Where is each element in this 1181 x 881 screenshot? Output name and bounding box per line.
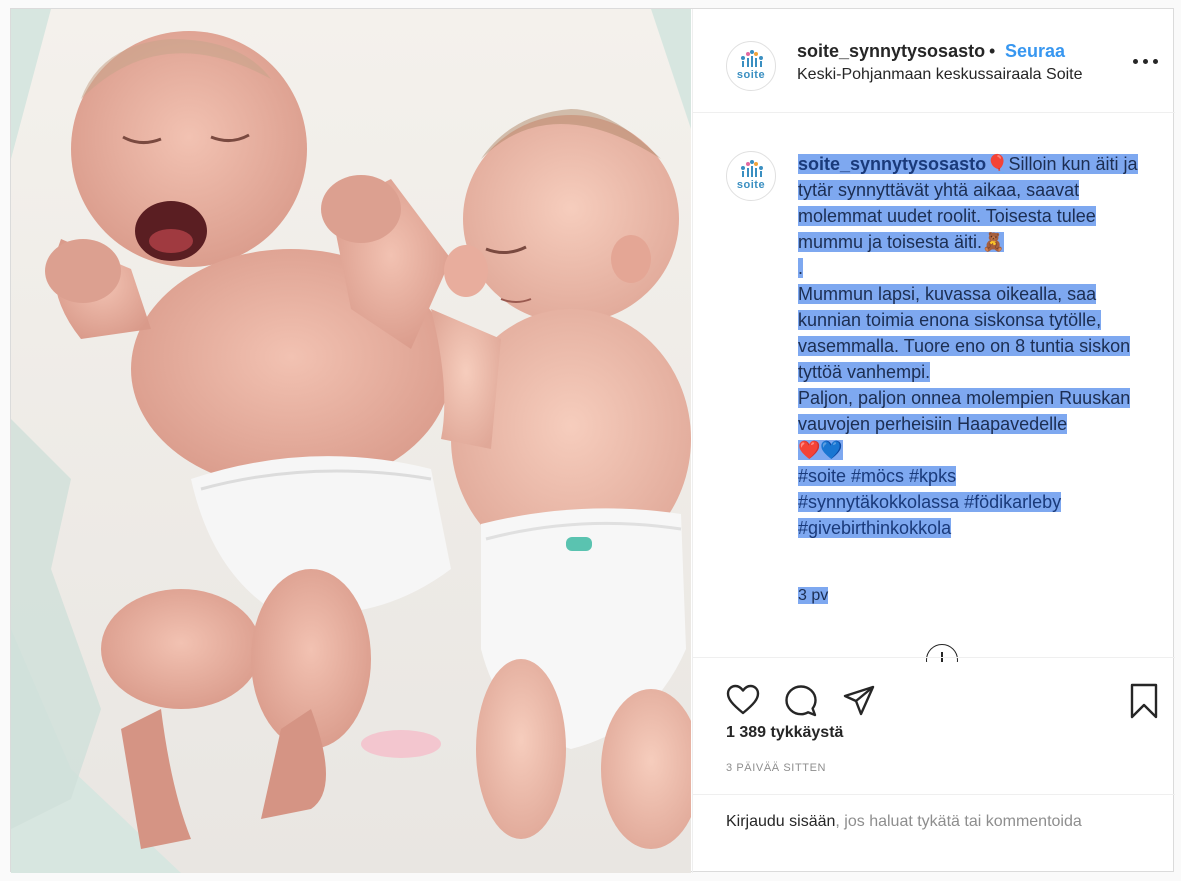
heart-icon[interactable]	[726, 684, 760, 721]
follow-button[interactable]: Seuraa	[1005, 41, 1065, 62]
avatar-logo-text: soite	[736, 69, 766, 81]
avatar-logo-text: soite	[736, 179, 766, 191]
hearts-emoji: ❤️💙	[798, 440, 843, 460]
post-username[interactable]: soite_synnytysosasto	[797, 41, 985, 62]
hashtags-line-3[interactable]: #givebirthinkokkola	[798, 518, 952, 538]
bookmark-icon[interactable]	[1129, 683, 1159, 724]
profile-avatar[interactable]: soite	[726, 41, 776, 91]
caption-area: soite soite_synnytysosasto🎈Silloin kun ä…	[693, 114, 1175, 662]
post-date[interactable]: 3 PÄIVÄÄ SITTEN	[726, 762, 826, 774]
soite-logo-icon	[741, 50, 763, 67]
post-side-panel: soite soite_synnytysosasto • Seuraa Kesk…	[692, 9, 1175, 873]
post-caption: soite_synnytysosasto🎈Silloin kun äiti ja…	[798, 151, 1143, 541]
page-background: soite soite_synnytysosasto • Seuraa Kesk…	[0, 0, 1181, 881]
bear-emoji: 🧸	[982, 232, 1005, 252]
caption-dot: .	[798, 258, 804, 278]
likes-count[interactable]: 1 389 tykkäystä	[726, 724, 843, 742]
post-actions: 1 389 tykkäystä 3 PÄIVÄÄ SITTEN Kirjaudu…	[693, 657, 1175, 873]
post-header: soite soite_synnytysosasto • Seuraa Kesk…	[693, 9, 1175, 113]
send-icon[interactable]	[842, 684, 876, 723]
hashtags-line-1[interactable]: #soite #möcs #kpks	[798, 466, 957, 486]
instagram-post: soite soite_synnytysosasto • Seuraa Kesk…	[10, 8, 1175, 873]
caption-avatar[interactable]: soite	[726, 151, 776, 201]
comment-icon[interactable]	[784, 684, 818, 723]
hashtags-line-2[interactable]: #synnytäkokkolassa #födikarleby	[798, 492, 1062, 512]
balloon-emoji: 🎈	[986, 154, 1009, 174]
caption-text-2: Mummun lapsi, kuvassa oikealla, saa kunn…	[798, 284, 1131, 382]
caption-text-3: Paljon, paljon onnea molempien Ruuskan v…	[798, 388, 1131, 434]
soite-logo-icon	[741, 160, 763, 177]
newborns-photo	[11, 9, 691, 873]
caption-time-ago: 3 pv	[798, 587, 829, 605]
login-rest-text: , jos haluat tykätä tai kommentoida	[835, 813, 1082, 830]
username-separator: •	[989, 41, 996, 61]
login-link[interactable]: Kirjaudu sisään	[726, 813, 835, 830]
post-photo[interactable]	[11, 9, 691, 873]
login-prompt: Kirjaudu sisään, jos haluat tykätä tai k…	[693, 794, 1175, 874]
caption-username[interactable]: soite_synnytysosasto	[798, 154, 987, 174]
more-options-icon[interactable]	[1133, 53, 1161, 69]
login-prompt-text: Kirjaudu sisään, jos haluat tykätä tai k…	[726, 809, 1146, 834]
post-location[interactable]: Keski-Pohjanmaan keskussairaala Soite	[797, 66, 1082, 84]
caption-time-ago-text: 3 pv	[798, 587, 829, 604]
